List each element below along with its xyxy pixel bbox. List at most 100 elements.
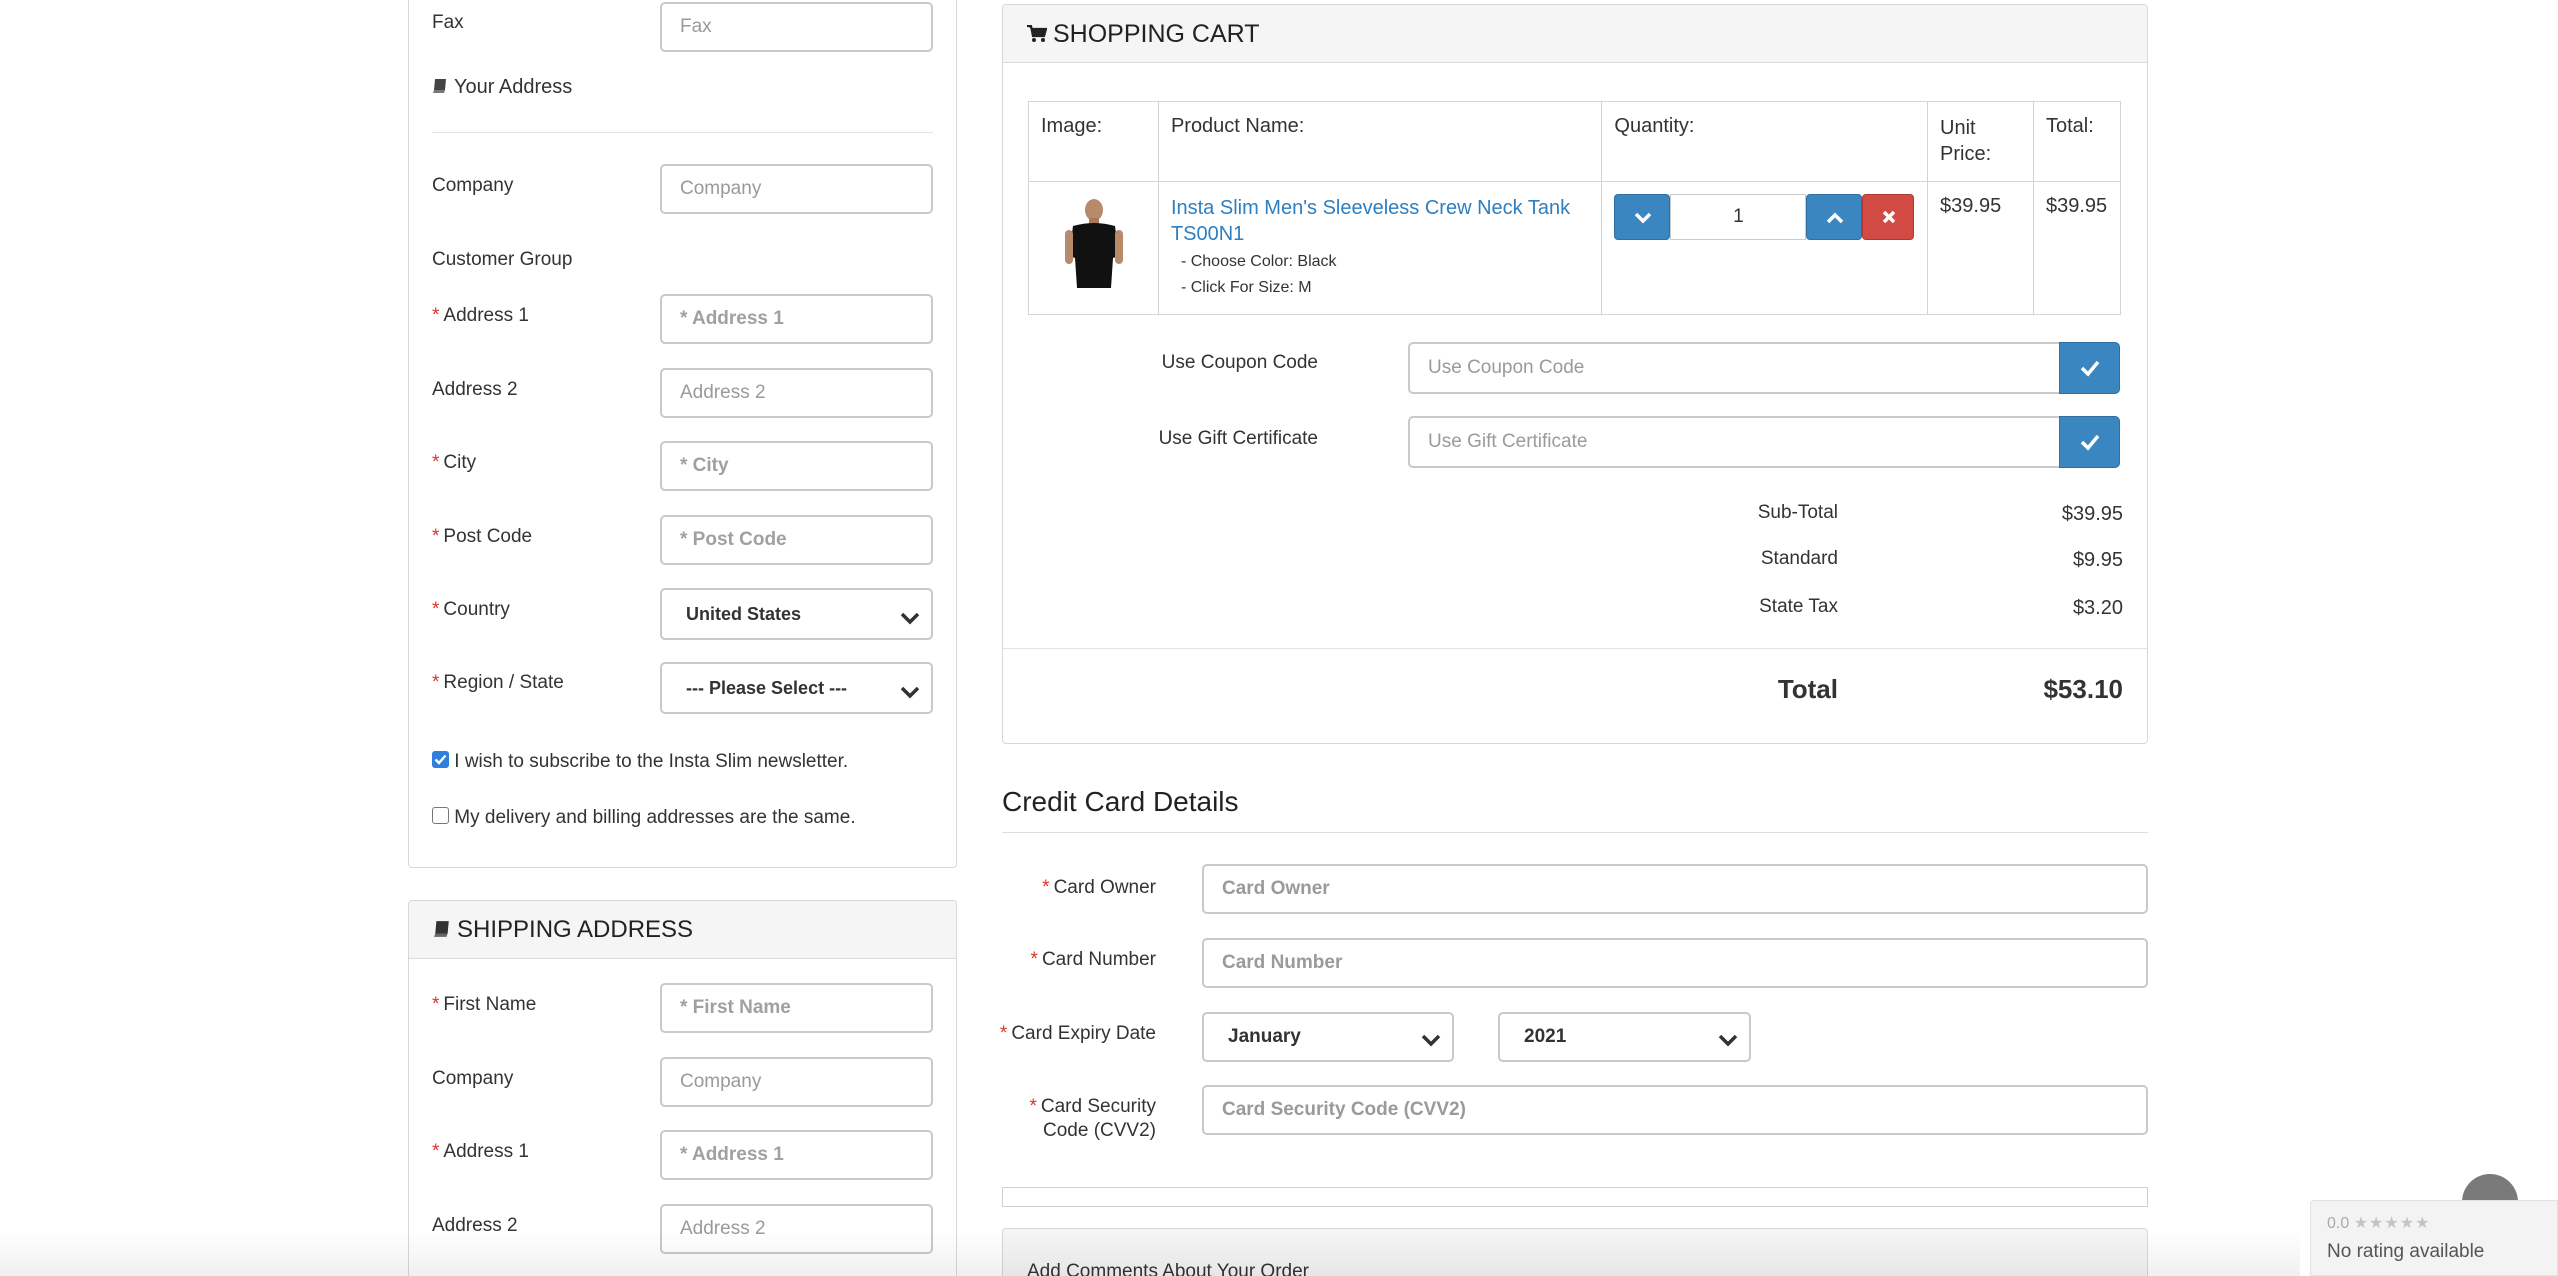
newsletter-checkbox[interactable] [432, 751, 449, 768]
city-input[interactable] [660, 441, 933, 491]
state-tax-value: $3.20 [2072, 597, 2123, 619]
check-icon [2080, 360, 2100, 377]
country-label: * Country [432, 599, 510, 620]
gift-certificate-label: Use Gift Certificate [1158, 428, 1318, 449]
address1-label: * Address 1 [432, 305, 529, 326]
rating-score: 0.0 ★★★★★ [2327, 1215, 2431, 1232]
same-address-checkbox[interactable] [432, 807, 449, 824]
cart-icon [1027, 21, 1048, 42]
product-name-link[interactable]: Insta Slim Men's Sleeveless Crew Neck Ta… [1171, 197, 1570, 245]
address2-input[interactable] [660, 368, 933, 418]
ship-address1-input[interactable] [660, 1130, 933, 1180]
card-cvv-label: * Card Security Code (CVV2) [1029, 1096, 1156, 1141]
comments-title: Add Comments About Your Order [1027, 1261, 1309, 1276]
ship-address1-label: * Address 1 [432, 1141, 529, 1162]
card-number-label: * Card Number [1030, 949, 1156, 970]
coupon-label: Use Coupon Code [1161, 352, 1318, 373]
chevron-down-icon [897, 601, 923, 627]
shipping-standard-value: $9.95 [2072, 549, 2123, 571]
ship-company-label: Company [432, 1068, 514, 1089]
chevron-down-icon [1418, 1025, 1444, 1051]
chevron-down-icon [1635, 212, 1652, 224]
col-quantity-header: Quantity: [1601, 101, 1929, 182]
cart-table: Image: Product Name: Quantity: Unit Price… [1028, 101, 2122, 315]
company-label: Company [432, 175, 514, 196]
quantity-input[interactable] [1670, 194, 1807, 240]
product-thumbnail[interactable] [1059, 196, 1129, 296]
fax-input[interactable] [660, 2, 933, 52]
close-icon [1883, 210, 1896, 224]
book-icon [432, 77, 448, 93]
region-select[interactable]: --- Please Select --- [660, 662, 933, 714]
ship-firstname-label: * First Name [432, 994, 537, 1015]
fax-label: Fax [432, 12, 464, 33]
section-divider [432, 132, 933, 133]
remove-item-button[interactable] [1862, 194, 1915, 240]
col-image-header: Image: [1028, 101, 1159, 182]
quantity-stepper [1614, 194, 1915, 244]
shopping-cart-title: SHOPPING CART [1027, 20, 1260, 49]
card-cvv-input[interactable] [1202, 1085, 2148, 1135]
address1-input[interactable] [660, 294, 933, 344]
coupon-input[interactable] [1408, 342, 2061, 394]
cart-item-row: Insta Slim Men's Sleeveless Crew Neck Ta… [1028, 181, 2122, 315]
shopping-cart-header: SHOPPING CART [1003, 5, 2147, 63]
ship-address2-input[interactable] [660, 1204, 933, 1254]
product-option-color: - Choose Color: Black [1180, 253, 1337, 270]
col-total-header: Total: [2032, 101, 2122, 182]
grand-total-value: $53.10 [2043, 674, 2123, 704]
rating-widget[interactable]: 0.0 ★★★★★ No rating available [2310, 1200, 2558, 1276]
chevron-down-icon [1715, 1025, 1741, 1051]
quantity-cell [1601, 181, 1929, 315]
customer-group-label: Customer Group [432, 249, 573, 270]
card-number-input[interactable] [1202, 938, 2148, 988]
col-product-header: Product Name: [1157, 101, 1603, 182]
expiry-month-select[interactable]: January [1202, 1012, 1454, 1062]
chevron-down-icon [897, 675, 923, 701]
rating-text: No rating available [2327, 1241, 2485, 1262]
item-total-cell: $39.95 [2032, 181, 2122, 315]
card-owner-label: * Card Owner [1042, 877, 1156, 898]
shipping-address-header: SHIPPING ADDRESS [409, 901, 956, 959]
book-icon [433, 917, 451, 937]
newsletter-row: I wish to subscribe to the Insta Slim ne… [432, 751, 848, 773]
unit-price-cell: $39.95 [1927, 181, 2034, 315]
expiry-year-select[interactable]: 2021 [1498, 1012, 1751, 1062]
totals-divider [1003, 648, 2147, 649]
same-address-label: My delivery and billing addresses are th… [454, 807, 856, 828]
shipping-standard-label: Standard [1760, 548, 1838, 569]
payment-address-panel [408, 0, 957, 868]
gift-certificate-input[interactable] [1408, 416, 2061, 468]
postcode-input[interactable] [660, 515, 933, 565]
credit-card-title: Credit Card Details [1002, 786, 1239, 817]
ship-firstname-input[interactable] [660, 983, 933, 1033]
city-label: * City [432, 452, 477, 473]
region-label: * Region / State [432, 672, 564, 693]
your-address-heading: Your Address [432, 76, 572, 99]
quantity-increase-button[interactable] [1806, 194, 1863, 240]
same-address-row: My delivery and billing addresses are th… [432, 807, 856, 829]
product-image-cell [1028, 181, 1159, 315]
state-tax-label: State Tax [1759, 596, 1838, 617]
product-name-cell: Insta Slim Men's Sleeveless Crew Neck Ta… [1157, 181, 1603, 315]
ship-company-input[interactable] [660, 1057, 933, 1107]
address2-label: Address 2 [432, 379, 518, 400]
payment-submit-area [1002, 1187, 2148, 1207]
card-owner-input[interactable] [1202, 864, 2148, 914]
quantity-decrease-button[interactable] [1614, 194, 1671, 240]
card-expiry-label: * Card Expiry Date [999, 1023, 1156, 1044]
product-option-size: - Click For Size: M [1180, 279, 1312, 296]
apply-coupon-button[interactable] [2059, 342, 2120, 394]
grand-total-label: Total [1777, 674, 1838, 704]
comments-panel: Add Comments About Your Order [1002, 1228, 2148, 1276]
subtotal-label: Sub-Total [1757, 502, 1838, 523]
star-icons: ★★★★★ [2353, 1215, 2431, 1232]
country-select[interactable]: United States [660, 588, 933, 640]
shipping-address-title: SHIPPING ADDRESS [433, 916, 693, 944]
chevron-up-icon [1827, 212, 1844, 224]
company-input[interactable] [660, 164, 933, 214]
credit-card-divider [1002, 832, 2148, 833]
ship-address2-label: Address 2 [432, 1215, 518, 1236]
postcode-label: * Post Code [432, 526, 533, 547]
apply-gift-certificate-button[interactable] [2059, 416, 2120, 468]
